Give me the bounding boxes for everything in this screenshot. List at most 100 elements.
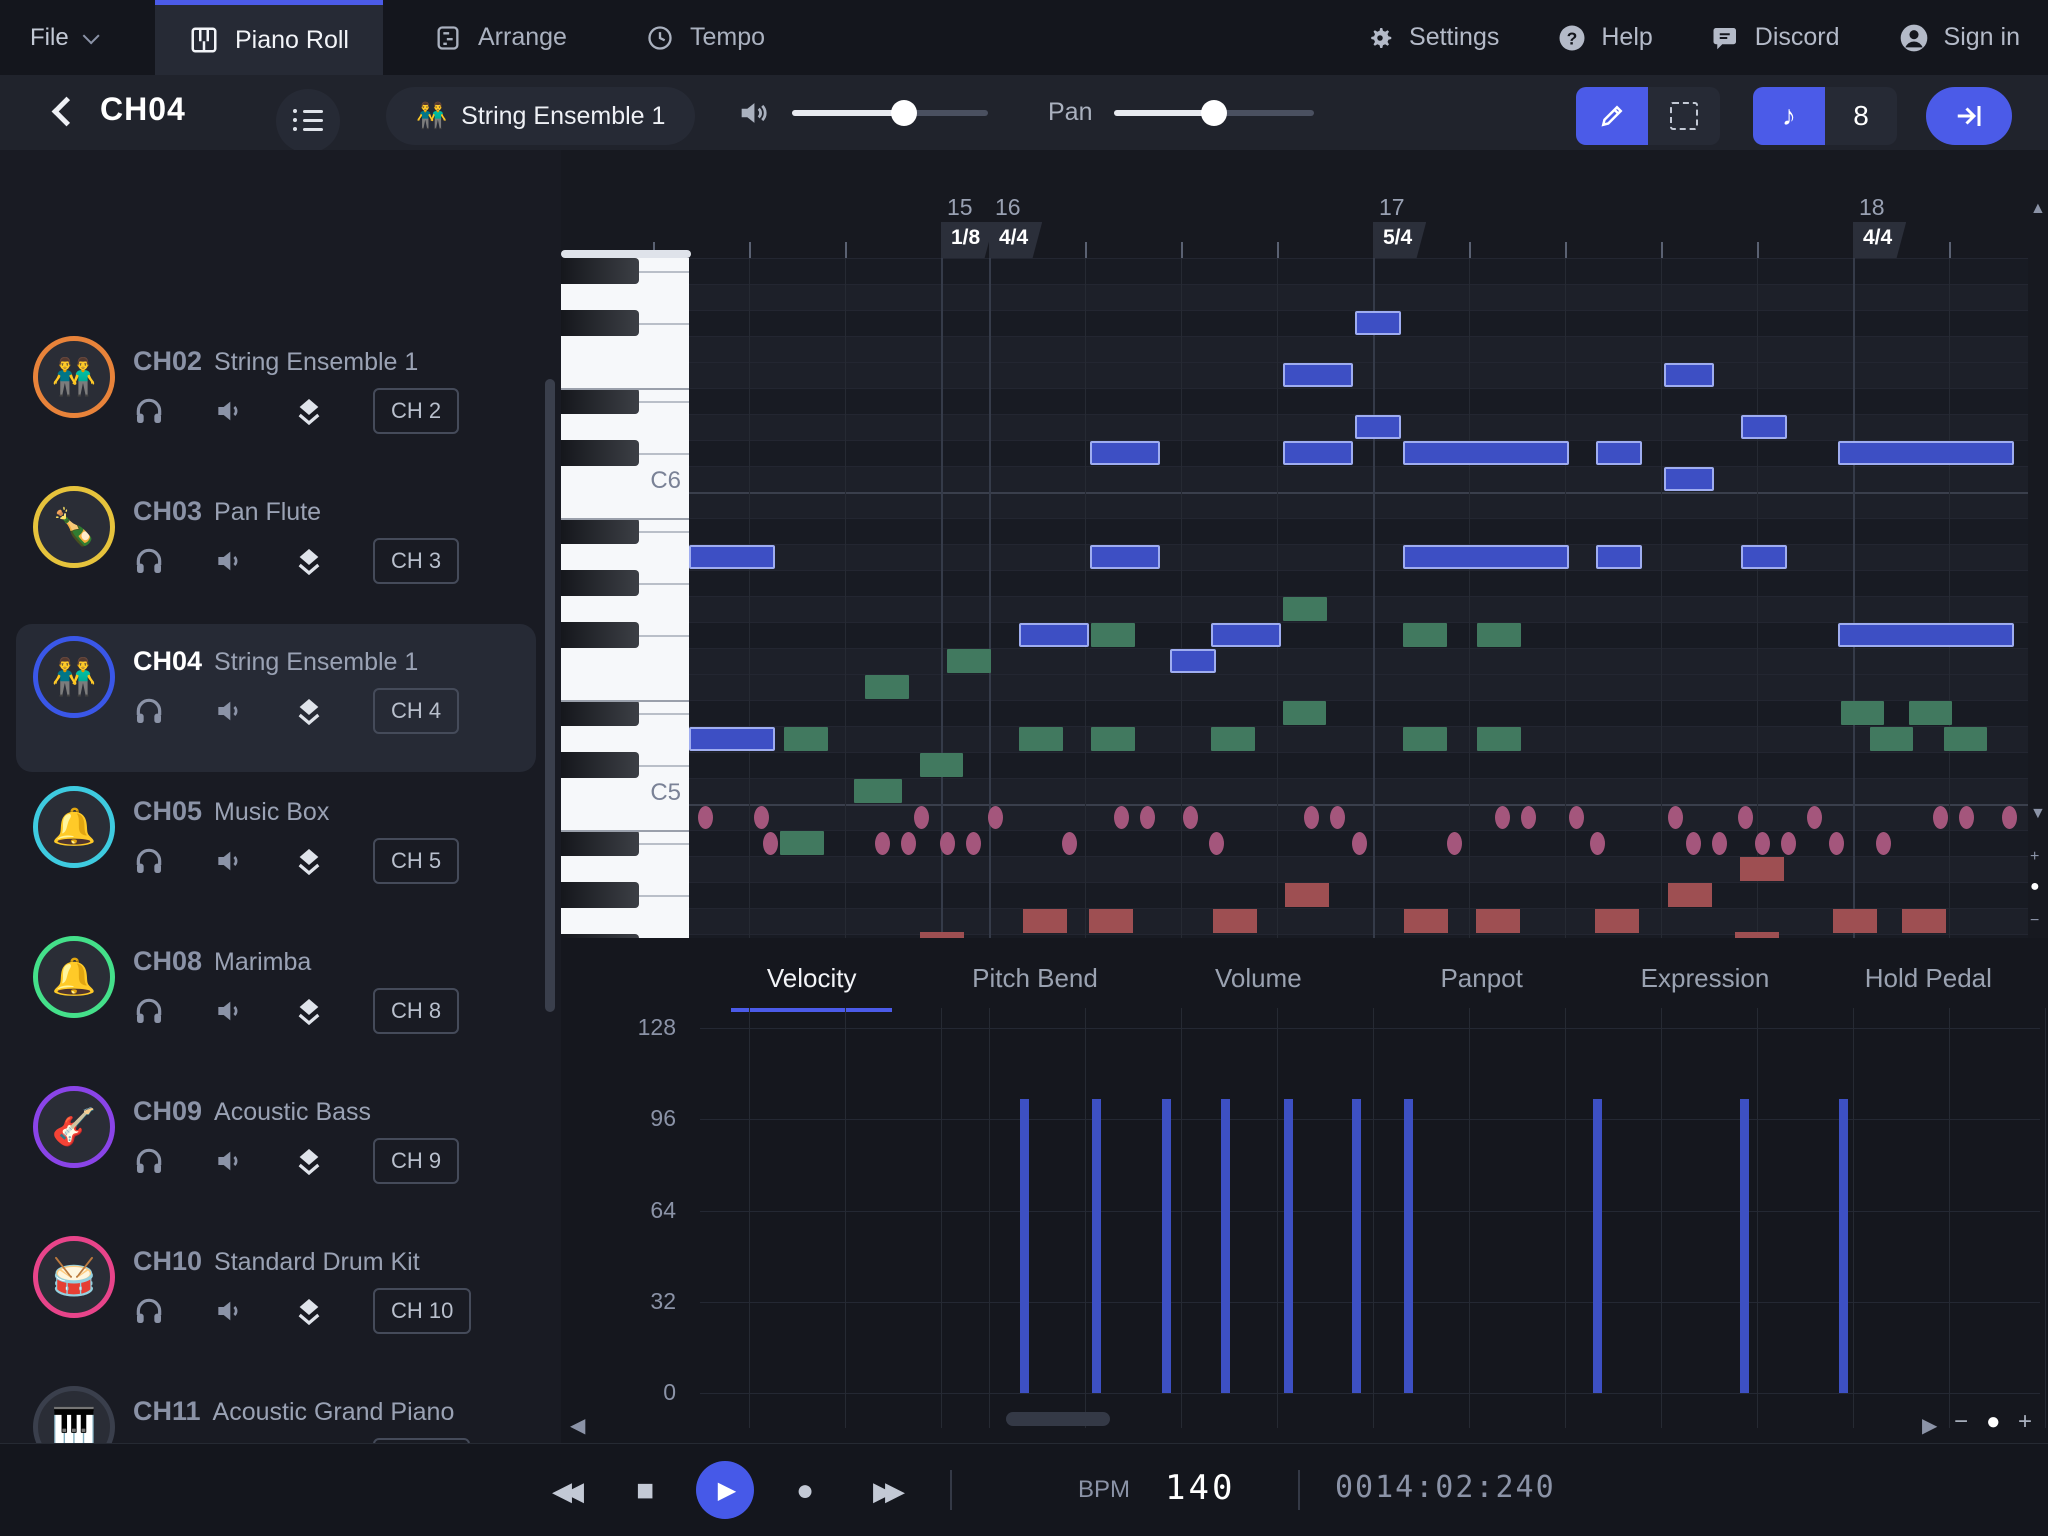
time-signature-badge[interactable]: 5/4: [1373, 222, 1426, 258]
drum-note[interactable]: [1404, 909, 1448, 933]
headphones-icon[interactable]: [133, 695, 165, 727]
controller-tab-velocity[interactable]: Velocity: [700, 950, 923, 1006]
midi-note-selected-track[interactable]: [689, 727, 775, 751]
black-key[interactable]: [561, 258, 639, 284]
drum-hit[interactable]: [966, 832, 981, 855]
velocity-bar[interactable]: [1221, 1099, 1230, 1393]
track-row-ch10[interactable]: 🥁CH10Standard Drum KitCH 10: [0, 1246, 561, 1396]
drum-note[interactable]: [1740, 857, 1784, 881]
midi-note-selected-track[interactable]: [1019, 623, 1089, 647]
track-avatar[interactable]: 👬: [33, 636, 115, 718]
drum-hit[interactable]: [754, 806, 769, 829]
drum-hit[interactable]: [1668, 806, 1683, 829]
drum-hit[interactable]: [1447, 832, 1462, 855]
velocity-bar[interactable]: [1284, 1099, 1293, 1393]
headphones-icon[interactable]: [133, 1295, 165, 1327]
controller-tab-panpot[interactable]: Panpot: [1370, 950, 1593, 1006]
pan-slider-knob[interactable]: [1201, 100, 1227, 126]
drum-note[interactable]: [1902, 909, 1946, 933]
midi-note-selected-track[interactable]: [1090, 545, 1160, 569]
midi-note-other-track[interactable]: [1477, 623, 1521, 647]
track-avatar[interactable]: 🍾: [33, 486, 115, 568]
black-key[interactable]: [561, 570, 639, 596]
track-row-ch09[interactable]: 🎸CH09Acoustic BassCH 9: [0, 1096, 561, 1246]
drum-note[interactable]: [1595, 909, 1639, 933]
layers-icon[interactable]: [293, 1295, 325, 1327]
midi-note-selected-track[interactable]: [1090, 441, 1160, 465]
velocity-bar[interactable]: [1593, 1099, 1602, 1393]
record-button[interactable]: ●: [782, 1468, 828, 1514]
layers-icon[interactable]: [293, 395, 325, 427]
scroll-right-icon[interactable]: ▶: [1922, 1413, 1937, 1438]
velocity-bar[interactable]: [1740, 1099, 1749, 1393]
midi-note-other-track[interactable]: [920, 753, 963, 777]
instrument-button[interactable]: 👬 String Ensemble 1: [386, 87, 695, 145]
drum-hit[interactable]: [1140, 806, 1155, 829]
midi-note-selected-track[interactable]: [1664, 363, 1714, 387]
forward-button[interactable]: ▶▶: [862, 1468, 908, 1514]
play-button[interactable]: ▶: [696, 1461, 754, 1519]
pencil-tool-button[interactable]: [1576, 87, 1648, 145]
headphones-icon[interactable]: [133, 1145, 165, 1177]
midi-note-other-track[interactable]: [1944, 727, 1987, 751]
midi-note-selected-track[interactable]: [1596, 441, 1642, 465]
sign-in-button[interactable]: Sign in: [1898, 22, 2020, 54]
drum-note[interactable]: [1668, 883, 1712, 907]
midi-note-other-track[interactable]: [1841, 701, 1884, 725]
drum-hit[interactable]: [1569, 806, 1584, 829]
drum-hit[interactable]: [763, 832, 778, 855]
drum-note[interactable]: [1213, 909, 1257, 933]
drum-hit[interactable]: [1062, 832, 1077, 855]
drum-note[interactable]: [1023, 909, 1067, 933]
velocity-bar[interactable]: [1092, 1099, 1101, 1393]
drum-hit[interactable]: [1590, 832, 1605, 855]
time-signature-badge[interactable]: 1/8: [941, 222, 994, 258]
selection-tool-button[interactable]: [1648, 87, 1720, 145]
drum-hit[interactable]: [1114, 806, 1129, 829]
black-key[interactable]: [561, 830, 639, 856]
black-key[interactable]: [561, 882, 639, 908]
drum-note[interactable]: [1089, 909, 1133, 933]
headphones-icon[interactable]: [133, 545, 165, 577]
tab-tempo[interactable]: Tempo: [612, 0, 799, 75]
track-row-ch02[interactable]: 👬CH02String Ensemble 1CH 2: [0, 346, 561, 496]
speaker-icon[interactable]: [213, 845, 245, 877]
stop-button[interactable]: ■: [622, 1468, 668, 1514]
drum-hit[interactable]: [1521, 806, 1536, 829]
controller-tab-hold-pedal[interactable]: Hold Pedal: [1817, 950, 2040, 1006]
midi-note-other-track[interactable]: [1283, 701, 1326, 725]
drum-hit[interactable]: [901, 832, 916, 855]
drum-hit[interactable]: [1209, 832, 1224, 855]
midi-note-other-track[interactable]: [1477, 727, 1521, 751]
midi-note-selected-track[interactable]: [1838, 441, 2014, 465]
pan-slider[interactable]: [1114, 110, 1314, 116]
black-key[interactable]: [561, 388, 639, 414]
track-avatar[interactable]: 🔔: [33, 936, 115, 1018]
time-signature-badge[interactable]: 4/4: [989, 222, 1042, 258]
midi-note-other-track[interactable]: [865, 675, 909, 699]
piano-keyboard[interactable]: C6C5: [561, 258, 689, 938]
controller-tab-expression[interactable]: Expression: [1593, 950, 1816, 1006]
discord-button[interactable]: Discord: [1711, 23, 1840, 53]
timeline-ruler[interactable]: 151/8164/4175/4184/4: [561, 150, 2048, 258]
track-row-ch08[interactable]: 🔔CH08MarimbaCH 8: [0, 946, 561, 1096]
bpm-value[interactable]: 140: [1165, 1468, 1235, 1508]
midi-note-selected-track[interactable]: [1211, 623, 1281, 647]
midi-note-selected-track[interactable]: [1355, 311, 1401, 335]
volume-slider[interactable]: [792, 110, 988, 116]
midi-note-other-track[interactable]: [1909, 701, 1952, 725]
drum-hit[interactable]: [1959, 806, 1974, 829]
controller-tab-volume[interactable]: Volume: [1147, 950, 1370, 1006]
velocity-bar[interactable]: [1162, 1099, 1171, 1393]
rewind-button[interactable]: ◀◀: [541, 1468, 587, 1514]
track-list-scrollbar[interactable]: [545, 379, 555, 1012]
midi-note-selected-track[interactable]: [1838, 623, 2014, 647]
playhead-position[interactable]: 0014:02:240: [1335, 1470, 1556, 1505]
autoscroll-button[interactable]: [1926, 87, 2012, 145]
midi-note-selected-track[interactable]: [1170, 649, 1216, 673]
headphones-icon[interactable]: [133, 395, 165, 427]
black-key[interactable]: [561, 700, 639, 726]
black-key[interactable]: [561, 622, 639, 648]
black-key[interactable]: [561, 518, 639, 544]
drum-hit[interactable]: [1755, 832, 1770, 855]
